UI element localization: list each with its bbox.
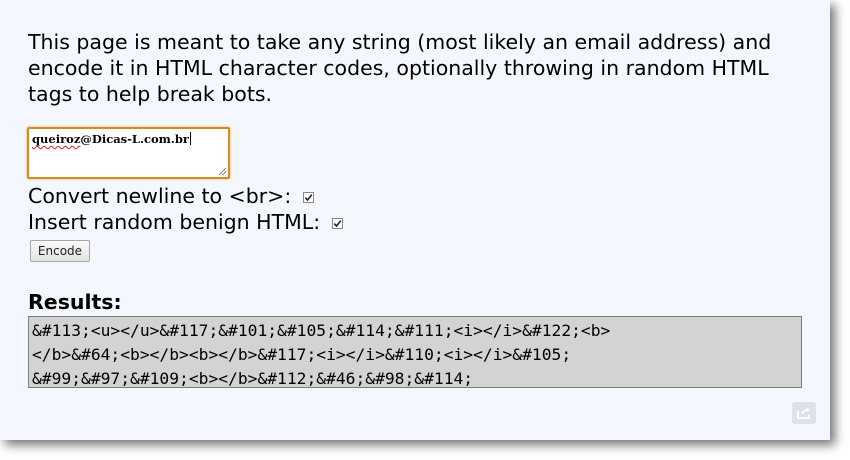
checkmark-icon — [332, 217, 344, 229]
newline-option-row: Convert newline to <br>: — [28, 184, 315, 208]
results-heading: Results: — [28, 290, 122, 314]
checkmark-icon — [303, 191, 315, 203]
input-value-rest: @Dicas-L.com.br — [80, 132, 189, 146]
random-html-option-row: Insert random benign HTML: — [28, 210, 344, 234]
newline-checkbox[interactable] — [303, 191, 315, 203]
results-line: &#113;<u></u>&#117;&#101;&#105;&#114;&#1… — [32, 321, 611, 340]
results-line: &#99;&#97;&#109;<b></b>&#112;&#46;&#98;&… — [32, 369, 474, 388]
intro-text: This page is meant to take any string (m… — [28, 30, 772, 106]
resize-grip-icon[interactable] — [219, 168, 226, 175]
share-icon[interactable] — [792, 402, 816, 424]
input-value-misspelled: queiroz — [32, 132, 81, 146]
random-html-label: Insert random benign HTML: — [28, 210, 321, 234]
results-line: </b>&#64;<b></b><b></b>&#117;<i></i>&#11… — [32, 345, 572, 364]
share-arrow-icon — [797, 407, 810, 419]
newline-label: Convert newline to <br>: — [28, 184, 292, 208]
results-output[interactable]: &#113;<u></u>&#117;&#101;&#105;&#114;&#1… — [28, 316, 802, 388]
string-input[interactable]: queiroz@Dicas-L.com.br — [27, 127, 230, 179]
page-panel: This page is meant to take any string (m… — [0, 0, 830, 440]
text-caret — [189, 132, 191, 145]
random-html-checkbox[interactable] — [332, 217, 344, 229]
encode-button[interactable]: Encode — [30, 240, 90, 262]
